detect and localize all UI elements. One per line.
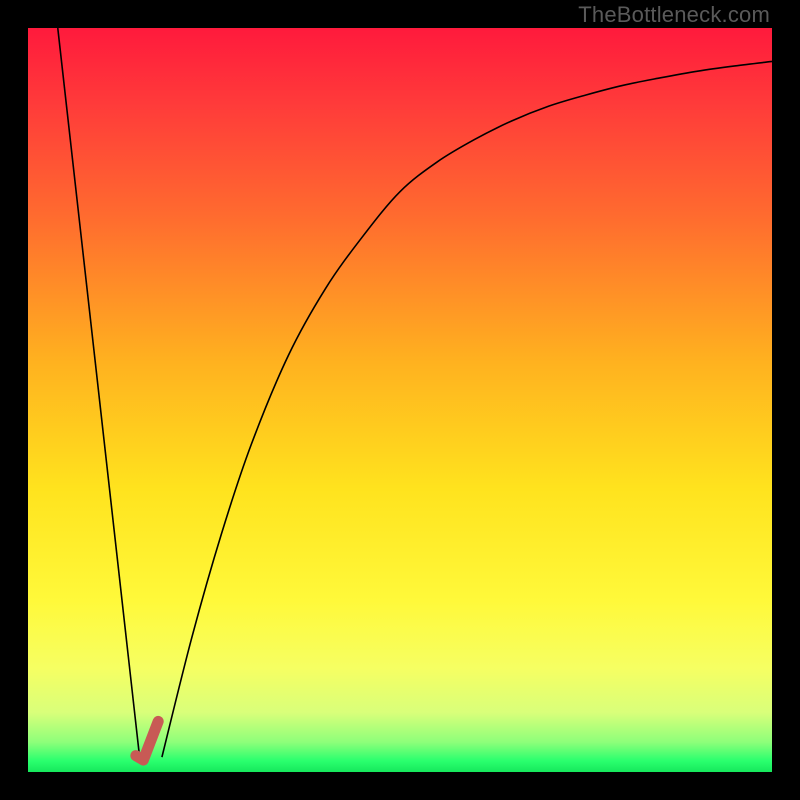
curve-right-ascent [162,61,772,757]
curve-left-descent [58,28,140,757]
marker-hook [136,721,158,760]
chart-outer-frame: TheBottleneck.com [0,0,800,800]
chart-curve-layer [28,28,772,772]
watermark-text: TheBottleneck.com [578,2,770,28]
